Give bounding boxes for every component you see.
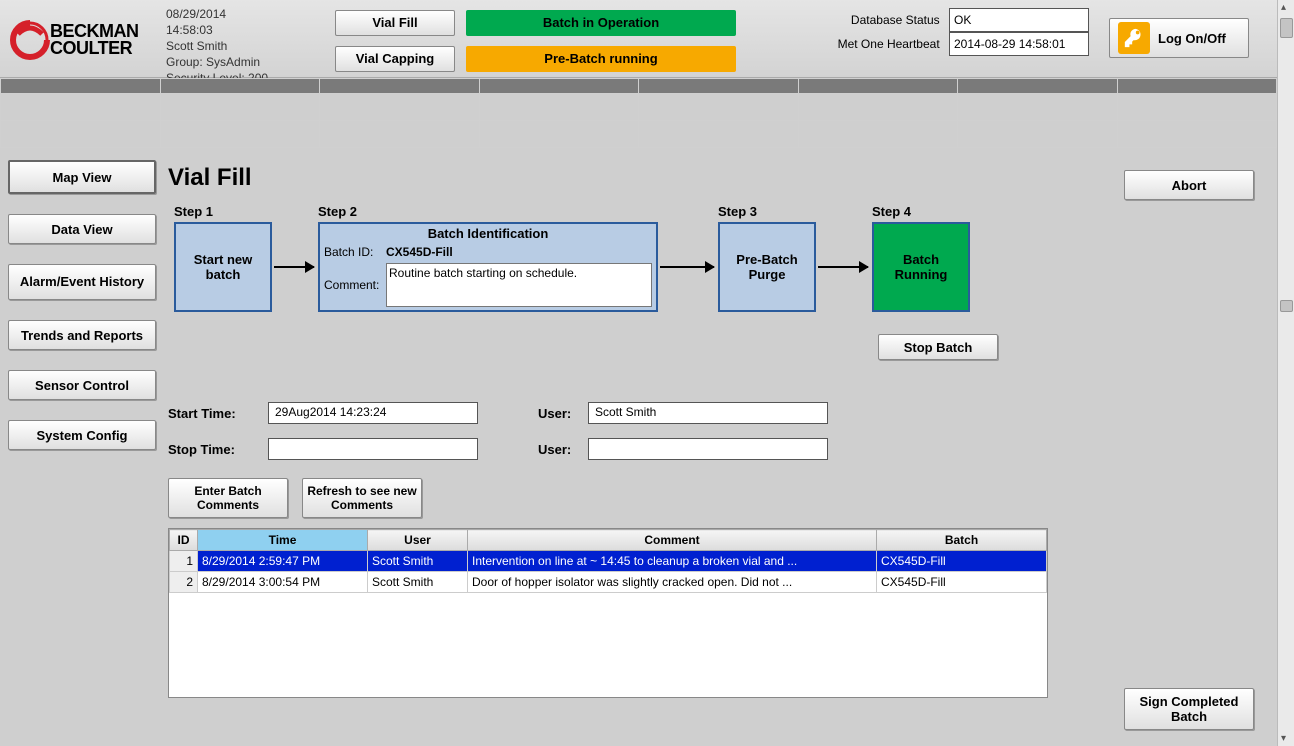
refresh-comments-button[interactable]: Refresh to see new Comments	[302, 478, 422, 518]
sidebar-item-data-view[interactable]: Data View	[8, 214, 156, 244]
sign-completed-batch-button[interactable]: Sign Completed Batch	[1124, 688, 1254, 730]
enter-batch-comments-button[interactable]: Enter Batch Comments	[168, 478, 288, 518]
step-4-box[interactable]: Batch Running	[872, 222, 970, 312]
status-prebatch-running: Pre-Batch running	[466, 46, 736, 72]
comment-label: Comment:	[324, 278, 386, 292]
arrow-3-4	[818, 266, 868, 268]
grid-strip-table	[0, 78, 1277, 148]
step-1-box[interactable]: Start new batch	[174, 222, 272, 312]
database-status-block: Database Status OK Met One Heartbeat 201…	[838, 8, 1089, 56]
cell-user: Scott Smith	[368, 551, 468, 572]
log-on-off-button[interactable]: Log On/Off	[1109, 18, 1249, 58]
session-user: Scott Smith	[166, 38, 268, 54]
status-batch-operation: Batch in Operation	[466, 10, 736, 36]
sidebar-item-alarm-event-history[interactable]: Alarm/Event History	[8, 264, 156, 300]
start-time-value: 29Aug2014 14:23:24	[268, 402, 478, 424]
arrow-1-2	[274, 266, 314, 268]
logo-icon	[10, 20, 50, 60]
table-row[interactable]: 2 8/29/2014 3:00:54 PM Scott Smith Door …	[170, 572, 1047, 593]
col-time[interactable]: Time	[198, 530, 368, 551]
session-time: 14:58:03	[166, 22, 268, 38]
session-info: 08/29/2014 14:58:03 Scott Smith Group: S…	[166, 6, 268, 86]
arrow-2-3	[660, 266, 714, 268]
cell-batch: CX545D-Fill	[877, 572, 1047, 593]
table-row[interactable]: 1 8/29/2014 2:59:47 PM Scott Smith Inter…	[170, 551, 1047, 572]
start-user-label: User:	[538, 406, 588, 421]
database-status-value: OK	[949, 8, 1089, 32]
step-3-label: Step 3	[718, 204, 757, 219]
time-block: Start Time: 29Aug2014 14:23:24 User: Sco…	[168, 402, 1264, 460]
start-user-value: Scott Smith	[588, 402, 828, 424]
comment-input[interactable]	[386, 263, 652, 307]
scroll-thumb-mid[interactable]	[1280, 300, 1293, 312]
cell-batch: CX545D-Fill	[877, 551, 1047, 572]
cell-comment: Intervention on line at ~ 14:45 to clean…	[468, 551, 877, 572]
stop-time-value	[268, 438, 478, 460]
session-group: Group: SysAdmin	[166, 54, 268, 70]
comments-table[interactable]: ID Time User Comment Batch 1 8/29/2014 2…	[168, 528, 1048, 698]
page-title: Vial Fill	[168, 164, 1264, 192]
cell-id: 1	[170, 551, 198, 572]
stop-user-label: User:	[538, 442, 588, 457]
logo: BECKMAN COULTER	[10, 6, 160, 74]
cell-time: 8/29/2014 3:00:54 PM	[198, 572, 368, 593]
sidebar-item-system-config[interactable]: System Config	[8, 420, 156, 450]
workflow: Step 1 Step 2 Step 3 Step 4 Start new ba…	[168, 204, 1264, 374]
main-panel: Vial Fill Abort Step 1 Step 2 Step 3 Ste…	[168, 158, 1264, 738]
logo-text-bottom: COULTER	[50, 40, 139, 57]
sidebar-item-trends-reports[interactable]: Trends and Reports	[8, 320, 156, 350]
cell-user: Scott Smith	[368, 572, 468, 593]
sidebar-item-map-view[interactable]: Map View	[8, 160, 156, 194]
sidebar: Map View Data View Alarm/Event History T…	[8, 160, 160, 470]
vial-fill-button[interactable]: Vial Fill	[335, 10, 455, 36]
heartbeat-value: 2014-08-29 14:58:01	[949, 32, 1089, 56]
header: BECKMAN COULTER 08/29/2014 14:58:03 Scot…	[0, 0, 1277, 78]
stop-time-label: Stop Time:	[168, 442, 268, 457]
heartbeat-label: Met One Heartbeat	[838, 37, 940, 51]
batch-id-label: Batch ID:	[324, 245, 386, 259]
start-time-label: Start Time:	[168, 406, 268, 421]
batch-identification-title: Batch Identification	[320, 224, 656, 243]
key-icon	[1118, 22, 1150, 54]
cell-id: 2	[170, 572, 198, 593]
col-user[interactable]: User	[368, 530, 468, 551]
col-comment[interactable]: Comment	[468, 530, 877, 551]
cell-time: 8/29/2014 2:59:47 PM	[198, 551, 368, 572]
comment-buttons: Enter Batch Comments Refresh to see new …	[168, 478, 1264, 518]
step-3-box[interactable]: Pre-Batch Purge	[718, 222, 816, 312]
vertical-scrollbar[interactable]	[1277, 0, 1294, 746]
session-date: 08/29/2014	[166, 6, 268, 22]
batch-id-value: CX545D-Fill	[386, 245, 453, 259]
scroll-thumb-top[interactable]	[1280, 18, 1293, 38]
sidebar-item-sensor-control[interactable]: Sensor Control	[8, 370, 156, 400]
vial-capping-button[interactable]: Vial Capping	[335, 46, 455, 72]
app-root: BECKMAN COULTER 08/29/2014 14:58:03 Scot…	[0, 0, 1294, 746]
col-id[interactable]: ID	[170, 530, 198, 551]
col-batch[interactable]: Batch	[877, 530, 1047, 551]
step-2-label: Step 2	[318, 204, 357, 219]
stop-batch-button[interactable]: Stop Batch	[878, 334, 998, 360]
step-4-label: Step 4	[872, 204, 911, 219]
step-2-box: Batch Identification Batch ID: CX545D-Fi…	[318, 222, 658, 312]
step-1-label: Step 1	[174, 204, 213, 219]
log-on-off-label: Log On/Off	[1158, 31, 1226, 46]
stop-user-value	[588, 438, 828, 460]
abort-button[interactable]: Abort	[1124, 170, 1254, 200]
database-status-label: Database Status	[851, 13, 940, 27]
cell-comment: Door of hopper isolator was slightly cra…	[468, 572, 877, 593]
grid-strip	[0, 78, 1277, 148]
